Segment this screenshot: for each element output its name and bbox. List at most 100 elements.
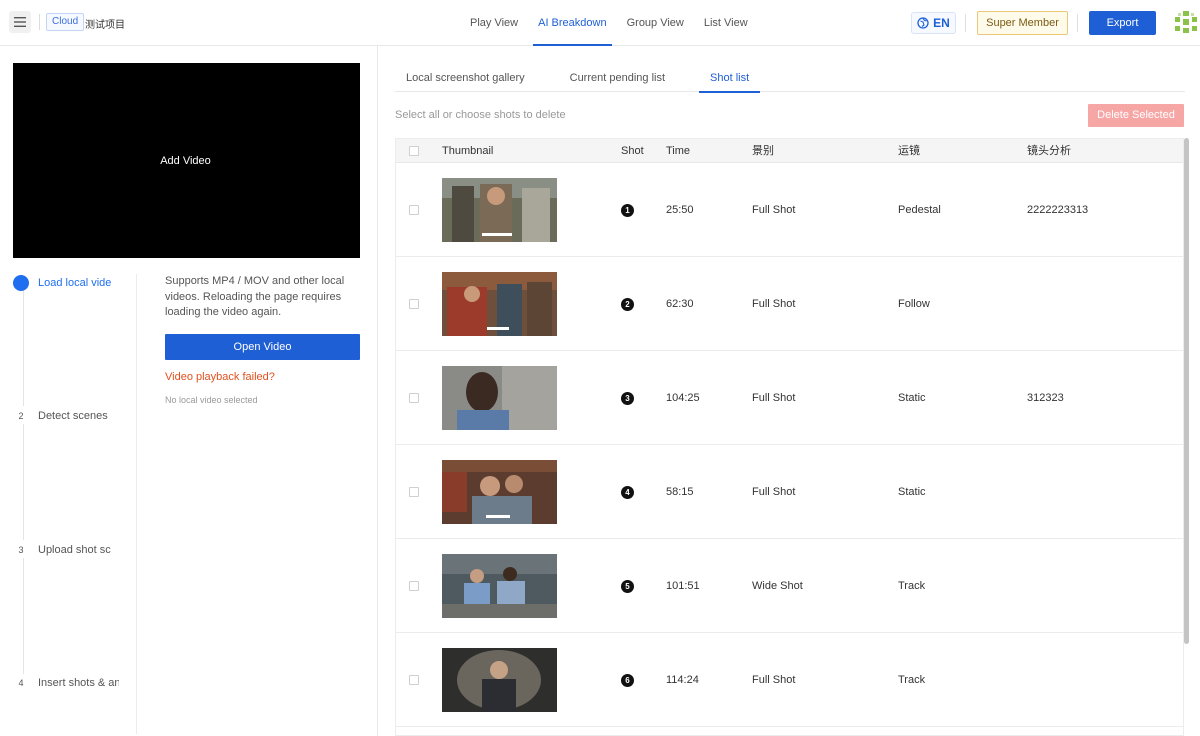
table-row[interactable]: 4 58:15 Full Shot Static xyxy=(396,445,1183,539)
select-all-checkbox[interactable] xyxy=(409,146,419,156)
project-name[interactable]: 测试项目 xyxy=(85,16,125,31)
step-detail-panel: Supports MP4 / MOV and other local video… xyxy=(165,274,360,405)
step-number: 4 xyxy=(18,678,24,688)
col-camera-move: 运镜 xyxy=(898,145,920,157)
shot-number-badge: 1 xyxy=(621,204,634,217)
shot-time: 25:50 xyxy=(666,204,694,216)
delete-selected-button[interactable]: Delete Selected xyxy=(1088,104,1184,127)
nav-play-view[interactable]: Play View xyxy=(460,0,528,46)
table-row[interactable]: 3 104:25 Full Shot Static 312323 xyxy=(396,351,1183,445)
open-video-button[interactable]: Open Video xyxy=(165,333,360,360)
cloud-tag: Cloud xyxy=(46,13,85,31)
globe-icon xyxy=(917,17,929,29)
language-button[interactable]: EN xyxy=(911,12,956,34)
shot-thumbnail[interactable] xyxy=(442,178,557,242)
row-checkbox[interactable] xyxy=(409,393,419,403)
export-button[interactable]: Export xyxy=(1089,11,1156,35)
step-label: Detect scenes xyxy=(38,410,108,422)
shot-time: 62:30 xyxy=(666,298,694,310)
row-checkbox[interactable] xyxy=(409,581,419,591)
col-shot: Shot xyxy=(621,145,644,157)
header-divider xyxy=(1077,14,1078,32)
table-row[interactable]: 2 62:30 Full Shot Follow xyxy=(396,257,1183,351)
shot-thumbnail[interactable] xyxy=(442,648,557,712)
table-header: Thumbnail Shot Time 景别 运镜 镜头分析 xyxy=(396,139,1183,163)
shot-analysis[interactable]: 312323 xyxy=(1027,392,1064,404)
shot-thumbnail[interactable] xyxy=(442,460,557,524)
shot-thumbnail[interactable] xyxy=(442,554,557,618)
super-member-button[interactable]: Super Member xyxy=(977,11,1068,35)
main-nav: Play View AI Breakdown Group View List V… xyxy=(460,0,758,46)
step-connector xyxy=(23,290,24,406)
hamburger-icon xyxy=(14,17,26,27)
add-video-label: Add Video xyxy=(160,154,211,167)
avatar-pattern-icon[interactable] xyxy=(1175,11,1197,33)
table-row[interactable]: 1 25:50 Full Shot Pedestal 2222223313 xyxy=(396,163,1183,257)
step-label: Upload shot screenshots xyxy=(38,544,111,556)
row-checkbox[interactable] xyxy=(409,299,419,309)
col-time: Time xyxy=(666,145,691,157)
step-description: Supports MP4 / MOV and other local video… xyxy=(165,275,345,318)
tab-shot-list[interactable]: Shot list xyxy=(699,62,761,93)
step-number: 3 xyxy=(18,545,24,555)
nav-list-view[interactable]: List View xyxy=(694,0,758,46)
shot-time: 114:24 xyxy=(666,674,699,686)
right-panel: Local screenshot gallery Current pending… xyxy=(378,46,1200,736)
tab-local-screenshot-gallery[interactable]: Local screenshot gallery xyxy=(395,62,536,92)
shot-time: 104:25 xyxy=(666,392,700,404)
shot-number-badge: 6 xyxy=(621,674,634,687)
nav-group-view[interactable]: Group View xyxy=(617,0,694,46)
shot-number-badge: 4 xyxy=(621,486,634,499)
table-scrollbar[interactable] xyxy=(1184,138,1189,644)
shot-thumbnail[interactable] xyxy=(442,272,557,336)
camera-move[interactable]: Static xyxy=(898,392,926,404)
header-divider xyxy=(39,14,40,30)
col-analysis: 镜头分析 xyxy=(1027,145,1071,157)
shot-number-badge: 5 xyxy=(621,580,634,593)
shot-size[interactable]: Full Shot xyxy=(752,298,795,310)
shot-table: Thumbnail Shot Time 景别 运镜 镜头分析 1 25:50 F… xyxy=(395,138,1184,736)
step-label: Load local video xyxy=(38,277,111,289)
shot-number-badge: 3 xyxy=(621,392,634,405)
shot-size[interactable]: Full Shot xyxy=(752,204,795,216)
shot-thumbnail[interactable] xyxy=(442,366,557,430)
select-hint: Select all or choose shots to delete xyxy=(395,109,566,121)
shot-time: 58:15 xyxy=(666,486,694,498)
tab-current-pending-list[interactable]: Current pending list xyxy=(559,62,676,92)
camera-move[interactable]: Track xyxy=(898,674,925,686)
shot-size[interactable]: Full Shot xyxy=(752,674,795,686)
table-row[interactable]: 6 114:24 Full Shot Track xyxy=(396,633,1183,727)
step-connector xyxy=(23,558,24,674)
step-label: Insert shots & analyze xyxy=(38,677,119,689)
video-player[interactable]: Add Video xyxy=(13,63,360,258)
steps-list: Load local video 2 Detect scenes 3 Uploa… xyxy=(13,274,137,734)
row-checkbox[interactable] xyxy=(409,675,419,685)
row-checkbox[interactable] xyxy=(409,487,419,497)
step-number: 2 xyxy=(18,411,24,421)
top-header: Cloud 测试项目 Play View AI Breakdown Group … xyxy=(0,0,1200,46)
camera-move[interactable]: Pedestal xyxy=(898,204,941,216)
col-thumbnail: Thumbnail xyxy=(442,145,494,157)
playback-failed-link[interactable]: Video playback failed? xyxy=(165,371,360,383)
shot-size[interactable]: Full Shot xyxy=(752,486,795,498)
shot-analysis[interactable]: 2222223313 xyxy=(1027,204,1088,216)
shot-size[interactable]: Full Shot xyxy=(752,392,795,404)
camera-move[interactable]: Track xyxy=(898,580,925,592)
shot-time: 101:51 xyxy=(666,580,700,592)
left-panel: Add Video Load local video 2 Detect scen… xyxy=(0,46,378,736)
camera-move[interactable]: Follow xyxy=(898,298,930,310)
step-connector xyxy=(23,424,24,540)
row-checkbox[interactable] xyxy=(409,205,419,215)
nav-ai-breakdown[interactable]: AI Breakdown xyxy=(528,0,616,46)
language-label: EN xyxy=(933,16,950,30)
col-shot-size: 景别 xyxy=(752,145,774,157)
shot-tabs: Local screenshot gallery Current pending… xyxy=(395,62,1185,93)
menu-button[interactable] xyxy=(9,11,31,33)
camera-move[interactable]: Static xyxy=(898,486,926,498)
shot-size[interactable]: Wide Shot xyxy=(752,580,803,592)
table-row[interactable]: 5 101:51 Wide Shot Track xyxy=(396,539,1183,633)
header-divider xyxy=(965,14,966,32)
shot-number-badge: 2 xyxy=(621,298,634,311)
no-video-hint: No local video selected xyxy=(165,394,258,405)
step-number xyxy=(13,275,29,291)
